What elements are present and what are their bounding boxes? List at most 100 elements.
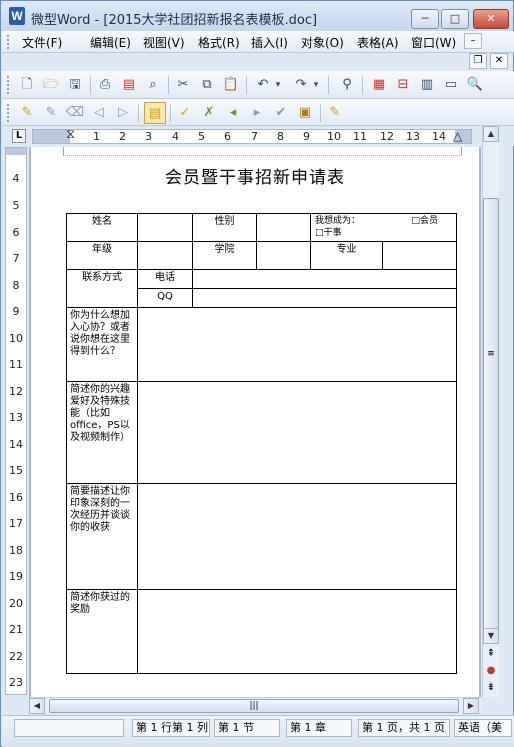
answer-why-join[interactable]	[137, 307, 457, 382]
maximize-button[interactable]: □	[441, 9, 469, 29]
undo-dropdown-icon[interactable]: ▾	[272, 74, 284, 96]
college-field[interactable]	[256, 241, 311, 270]
undo-icon[interactable]: ↶	[252, 74, 274, 96]
table-row: 联系方式 电话	[66, 269, 457, 308]
next-change-icon[interactable]: ▸	[246, 102, 268, 124]
status-language[interactable]: 英语（美	[454, 719, 512, 737]
toolbar-grip-handle[interactable]	[7, 104, 11, 122]
status-cursor-position: 第 1 行第 1 列	[132, 719, 210, 737]
insert-row-icon[interactable]: ⊟	[392, 74, 414, 96]
major-field[interactable]	[382, 241, 457, 270]
name-field[interactable]	[137, 213, 193, 242]
scroll-up-button[interactable]: ▲	[483, 126, 499, 142]
answer-awards[interactable]	[137, 589, 457, 674]
scroll-left-button[interactable]: ◀	[29, 698, 45, 714]
table-properties-icon[interactable]: ▥	[416, 74, 438, 96]
menu-view[interactable]: 视图(V)	[143, 34, 185, 51]
find-icon[interactable]: ⚲	[336, 74, 358, 96]
accept-change-icon[interactable]: ✓	[174, 102, 196, 124]
redo-icon[interactable]: ↷	[290, 74, 312, 96]
table-row: 你为什么想加入心协？或者说你想在这里得到什么？	[66, 307, 457, 382]
print-icon[interactable]: ⎙	[94, 74, 116, 96]
status-section: 第 1 节	[214, 719, 280, 737]
tab-stop-selector[interactable]: L	[12, 129, 26, 143]
reject-change-icon[interactable]: ✗	[198, 102, 220, 124]
vertical-ruler[interactable]: 4 5 6 7 8 9 10 11 12 13 14 15 16 17 18 1…	[5, 147, 27, 695]
document-scroll-area[interactable]: 会员暨干事招新申请表 姓名 性别 我想成为： □会员 □干事 年级 学院 专业 …	[29, 147, 481, 697]
track-changes-icon[interactable]: ▤	[144, 102, 166, 124]
horizontal-scroll-thumb[interactable]: |||	[49, 699, 459, 713]
qq-label: QQ	[137, 288, 193, 308]
scroll-down-button[interactable]: ▼	[483, 628, 499, 644]
previous-page-button[interactable]: ⇞	[483, 646, 499, 662]
horizontal-scrollbar[interactable]: ◀ ||| ▶	[29, 697, 481, 714]
phone-field[interactable]	[192, 269, 457, 289]
previous-comment-icon[interactable]: ◁	[88, 102, 110, 124]
next-comment-icon[interactable]: ▷	[112, 102, 134, 124]
staff-checkbox[interactable]: □干事	[315, 228, 342, 238]
highlight-changes-icon[interactable]: ✎	[324, 102, 346, 124]
right-indent-marker[interactable]: △	[453, 130, 462, 143]
menu-table[interactable]: 表格(A)	[357, 34, 399, 51]
document-restore-button[interactable]: ❐	[469, 53, 487, 69]
scroll-right-button[interactable]: ▶	[463, 698, 479, 714]
menu-window[interactable]: 窗口(W)	[411, 34, 456, 51]
answer-hobbies-skills[interactable]	[137, 381, 457, 484]
toolbar-separator	[320, 104, 321, 122]
name-label: 姓名	[66, 213, 138, 242]
ruler-number: 8	[277, 130, 284, 143]
new-document-icon[interactable]: 🗋	[16, 74, 38, 96]
previous-change-icon[interactable]: ◂	[222, 102, 244, 124]
menu-grip-handle[interactable]	[7, 35, 11, 49]
copy-icon[interactable]: ⧉	[196, 74, 218, 96]
next-page-button[interactable]: ⇟	[483, 680, 499, 696]
insert-table-icon[interactable]: ▦	[368, 74, 390, 96]
redo-dropdown-icon[interactable]: ▾	[310, 74, 322, 96]
export-pdf-icon[interactable]: ▤	[118, 74, 140, 96]
menu-format[interactable]: 格式(R)	[198, 34, 240, 51]
answer-memorable-experience[interactable]	[137, 483, 457, 590]
standard-toolbar: 🗋 🗁 🖫 ⎙ ▤ ⌕ ✂ ⧉ 📋 ↶ ▾ ↷ ▾ ⚲ ▦ ⊟ ▥ ▭ 🔍	[2, 71, 514, 99]
vertical-scroll-thumb[interactable]: ≡	[483, 198, 499, 638]
menu-file[interactable]: 文件(F)	[22, 34, 62, 51]
role-choice-cell[interactable]: 我想成为： □会员 □干事	[310, 213, 457, 242]
close-button[interactable]: ✕	[473, 9, 509, 29]
menu-insert[interactable]: 插入(I)	[251, 34, 288, 51]
status-message	[14, 719, 124, 737]
vertical-scrollbar[interactable]: ▲ ≡ ▼ ⇞ ● ⇟	[482, 126, 499, 697]
paste-icon[interactable]: 📋	[220, 74, 242, 96]
accept-all-icon[interactable]: ✔	[270, 102, 292, 124]
qq-field[interactable]	[192, 288, 457, 308]
toolbar-grip-handle[interactable]	[7, 76, 11, 94]
question-awards: 简述你获过的奖励	[66, 589, 138, 674]
delete-comment-icon[interactable]: ⌫	[64, 102, 86, 124]
word-app-icon[interactable]: W	[9, 7, 25, 25]
select-browse-object-button[interactable]: ●	[483, 663, 499, 679]
page-view-icon[interactable]: ▭	[440, 74, 462, 96]
save-icon[interactable]: 🖫	[64, 74, 86, 96]
first-line-indent-marker[interactable]: ⧖	[66, 128, 75, 141]
open-folder-icon[interactable]: 🗁	[40, 74, 62, 96]
grade-field[interactable]	[137, 241, 193, 270]
document-minimize-button[interactable]: –	[464, 33, 482, 49]
member-checkbox[interactable]: □会员	[411, 215, 438, 227]
vruler-number: 12	[9, 385, 23, 398]
print-preview-icon[interactable]: ⌕	[142, 74, 164, 96]
cut-icon[interactable]: ✂	[172, 74, 194, 96]
minimize-button[interactable]: ─	[411, 9, 439, 29]
edit-comment-icon[interactable]: ✎	[40, 102, 62, 124]
ruler-number: 6	[224, 130, 231, 143]
zoom-icon[interactable]: 🔍	[464, 74, 486, 96]
document-page[interactable]: 会员暨干事招新申请表 姓名 性别 我想成为： □会员 □干事 年级 学院 专业 …	[31, 147, 479, 697]
horizontal-ruler[interactable]: ⧖ 1 2 3 4 5 6 7 8 9 10 11 12 13 14 △	[32, 128, 472, 144]
menu-edit[interactable]: 编辑(E)	[90, 34, 131, 51]
vruler-number: 6	[12, 226, 20, 239]
title-bar: W 微型Word - [2015大学社团招新报名表模板.doc] ─ □ ✕	[1, 1, 513, 31]
gender-field[interactable]	[256, 213, 311, 242]
new-comment-icon[interactable]: ✎	[16, 102, 38, 124]
review-pane-icon[interactable]: ▣	[294, 102, 316, 124]
document-close-button[interactable]: ✕	[490, 53, 508, 69]
menu-object[interactable]: 对象(O)	[301, 34, 344, 51]
toolbar-separator	[170, 104, 171, 122]
vruler-number: 21	[9, 623, 23, 636]
